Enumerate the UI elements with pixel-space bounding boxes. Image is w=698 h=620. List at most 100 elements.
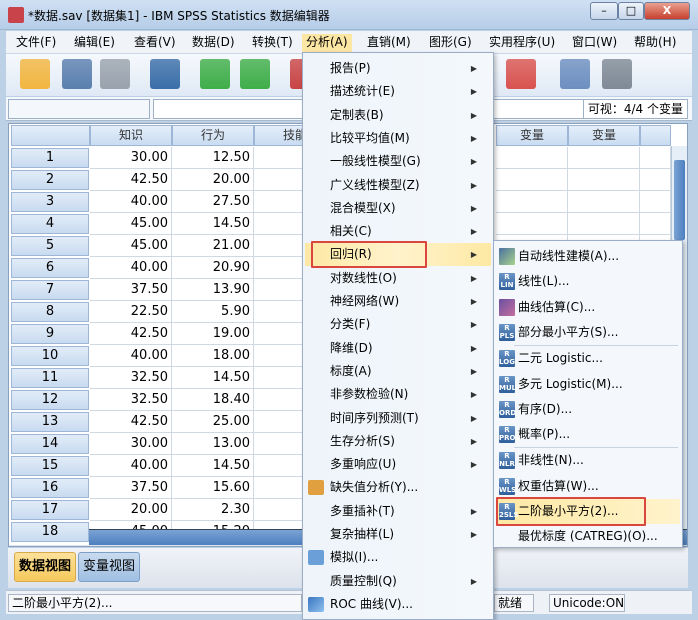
submenu-item-9[interactable]: R WLS 权重估算(W)... [496, 474, 680, 499]
table-cell[interactable]: 40.00 [90, 191, 172, 213]
menu-item-16[interactable]: 生存分析(S) ▶ [305, 430, 491, 453]
table-cell[interactable] [640, 169, 671, 191]
table-cell[interactable]: 40.00 [90, 257, 172, 279]
tab-data-view[interactable]: 数据视图 [14, 552, 77, 582]
menu-9[interactable]: 窗口(W) [568, 34, 621, 53]
menu-item-7[interactable]: 相关(C) ▶ [305, 220, 491, 243]
menu-item-18[interactable]: 缺失值分析(Y)... [305, 476, 491, 499]
menu-item-11[interactable]: 分类(F) ▶ [305, 313, 491, 336]
submenu-item-4[interactable]: R LOG 二元 Logistic... [496, 346, 680, 371]
menu-8[interactable]: 实用程序(U) [485, 34, 559, 53]
submenu-item-0[interactable]: 自动线性建模(A)... [496, 244, 680, 269]
menu-item-8[interactable]: 回归(R) ▶ [305, 241, 491, 269]
row-header[interactable]: 1 [11, 148, 89, 168]
table-cell[interactable]: 20.00 [90, 499, 172, 521]
menu-item-20[interactable]: 复杂抽样(L) ▶ [305, 523, 491, 546]
split-file-icon[interactable] [560, 59, 590, 89]
table-cell[interactable]: 40.00 [90, 455, 172, 477]
menu-7[interactable]: 图形(G) [425, 34, 476, 53]
table-cell[interactable]: 13.00 [172, 433, 254, 455]
row-header[interactable]: 10 [11, 346, 89, 366]
menu-item-4[interactable]: 一般线性模型(G) ▶ [305, 150, 491, 173]
open-folder-icon[interactable] [20, 59, 50, 89]
tab-variable-view[interactable]: 变量视图 [78, 552, 141, 582]
menu-4[interactable]: 转换(T) [248, 34, 297, 53]
table-cell[interactable]: 32.50 [90, 389, 172, 411]
menu-item-21[interactable]: 模拟(I)... [305, 546, 491, 569]
redo-icon[interactable] [240, 59, 270, 89]
row-header[interactable]: 6 [11, 258, 89, 278]
table-cell[interactable]: 22.50 [90, 301, 172, 323]
menu-3[interactable]: 数据(D) [188, 34, 239, 53]
row-header[interactable]: 11 [11, 368, 89, 388]
table-cell[interactable] [496, 213, 568, 235]
submenu-item-1[interactable]: R LIN 线性(L)... [496, 269, 680, 294]
close-button[interactable]: X [644, 2, 690, 20]
table-cell[interactable] [496, 191, 568, 213]
table-cell[interactable]: 15.60 [172, 477, 254, 499]
menu-10[interactable]: 帮助(H) [630, 34, 680, 53]
menu-item-2[interactable]: 定制表(B) ▶ [305, 104, 491, 127]
table-cell[interactable] [568, 169, 640, 191]
menu-item-15[interactable]: 时间序列预测(T) ▶ [305, 407, 491, 430]
table-cell[interactable]: 14.50 [172, 367, 254, 389]
table-cell[interactable]: 37.50 [90, 477, 172, 499]
submenu-item-11[interactable]: 最优标度 (CATREG)(O)... [496, 524, 680, 549]
table-cell[interactable] [496, 147, 568, 169]
dialog-recall-icon[interactable] [150, 59, 180, 89]
menu-item-17[interactable]: 多重响应(U) ▶ [305, 453, 491, 476]
table-cell[interactable]: 14.50 [172, 213, 254, 235]
menu-item-12[interactable]: 降维(D) ▶ [305, 337, 491, 360]
row-header[interactable]: 3 [11, 192, 89, 212]
table-cell[interactable]: 42.50 [90, 411, 172, 433]
table-cell[interactable]: 30.00 [90, 433, 172, 455]
submenu-item-8[interactable]: R NLR 非线性(N)... [496, 448, 680, 473]
menu-5[interactable]: 分析(A) [302, 34, 352, 53]
table-cell[interactable]: 42.50 [90, 323, 172, 345]
value-labels-icon[interactable] [506, 59, 536, 89]
row-header[interactable]: 2 [11, 170, 89, 190]
menu-6[interactable]: 直销(M) [363, 34, 415, 53]
row-header[interactable]: 9 [11, 324, 89, 344]
print-icon[interactable] [100, 59, 130, 89]
submenu-item-3[interactable]: R PLS 部分最小平方(S)... [496, 320, 680, 345]
menu-item-19[interactable]: 多重插补(T) ▶ [305, 500, 491, 523]
submenu-item-6[interactable]: R ORD 有序(D)... [496, 397, 680, 422]
menu-item-6[interactable]: 混合模型(X) ▶ [305, 197, 491, 220]
row-header[interactable]: 5 [11, 236, 89, 256]
row-header[interactable]: 14 [11, 434, 89, 454]
row-header[interactable]: 13 [11, 412, 89, 432]
table-cell[interactable]: 30.00 [90, 147, 172, 169]
table-cell[interactable] [568, 147, 640, 169]
table-cell[interactable]: 42.50 [90, 169, 172, 191]
table-cell[interactable]: 45.00 [90, 213, 172, 235]
menu-item-1[interactable]: 描述统计(E) ▶ [305, 80, 491, 103]
column-header[interactable]: 行为 [172, 125, 254, 146]
table-cell[interactable]: 5.90 [172, 301, 254, 323]
row-header[interactable]: 7 [11, 280, 89, 300]
weight-cases-icon[interactable] [602, 59, 632, 89]
menu-0[interactable]: 文件(F) [12, 34, 60, 53]
menu-item-9[interactable]: 对数线性(O) ▶ [305, 267, 491, 290]
table-cell[interactable]: 27.50 [172, 191, 254, 213]
row-header[interactable]: 15 [11, 456, 89, 476]
menu-item-22[interactable]: 质量控制(Q) ▶ [305, 570, 491, 593]
table-cell[interactable] [568, 213, 640, 235]
table-cell[interactable]: 13.90 [172, 279, 254, 301]
column-header[interactable] [640, 125, 671, 146]
table-cell[interactable]: 12.50 [172, 147, 254, 169]
column-header[interactable]: 变量 [568, 125, 640, 146]
table-cell[interactable]: 25.00 [172, 411, 254, 433]
submenu-item-7[interactable]: R PROB 概率(P)... [496, 422, 680, 447]
table-cell[interactable]: 45.00 [90, 235, 172, 257]
row-header[interactable]: 12 [11, 390, 89, 410]
save-icon[interactable] [62, 59, 92, 89]
minimize-button[interactable]: – [590, 2, 618, 20]
table-cell[interactable]: 18.40 [172, 389, 254, 411]
column-header[interactable]: 知识 [90, 125, 172, 146]
menu-item-10[interactable]: 神经网络(W) ▶ [305, 290, 491, 313]
table-cell[interactable]: 20.00 [172, 169, 254, 191]
menu-1[interactable]: 编辑(E) [70, 34, 119, 53]
table-cell[interactable] [496, 169, 568, 191]
menu-2[interactable]: 查看(V) [130, 34, 180, 53]
